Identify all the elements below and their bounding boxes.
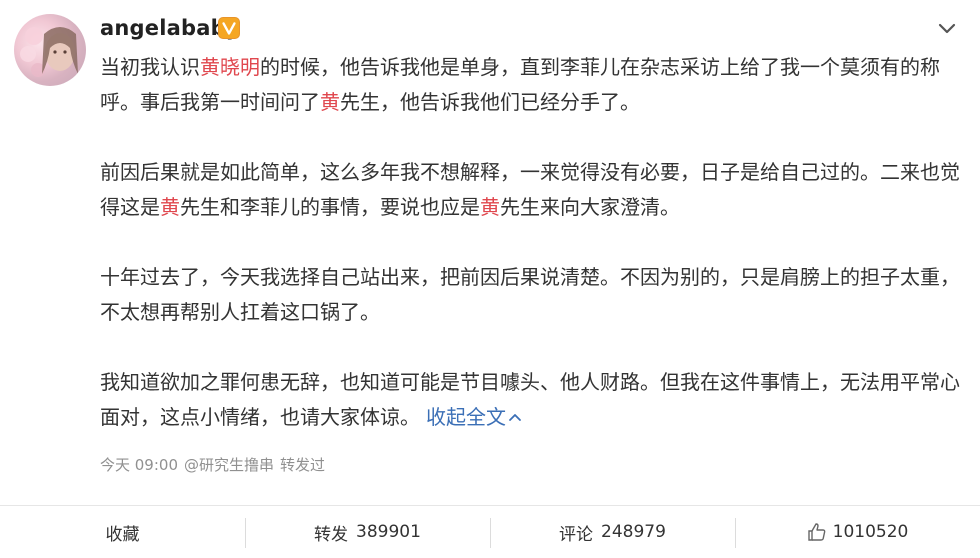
name-highlight[interactable]: 黄晓明	[200, 55, 260, 79]
post-text: 我知道欲加之罪何患无辞，也知道可能是节目噱头、他人财路。但我在这件事情上，无法用…	[100, 370, 960, 429]
collapse-label: 收起全文	[426, 405, 506, 429]
comment-button[interactable]: 评论 248979	[490, 506, 735, 558]
name-highlight[interactable]: 黄	[320, 90, 340, 114]
repost-count: 389901	[356, 522, 421, 542]
post-paragraph: 前因后果就是如此简单，这么多年我不想解释，一来觉得没有必要，日子是给自己过的。二…	[100, 155, 960, 225]
favorite-button[interactable]: 收藏	[0, 506, 245, 558]
chevron-up-icon	[509, 414, 521, 421]
post-text: 先生，他告诉我他们已经分手了。	[340, 90, 640, 114]
action-bar: 收藏 转发 389901 评论 248979 1010520	[0, 506, 980, 558]
comment-count: 248979	[601, 522, 666, 542]
post-paragraph: 当初我认识黄晓明的时候，他告诉我他是单身，直到李菲儿在杂志采访上给了我一个莫须有…	[100, 50, 960, 120]
post-paragraph: 十年过去了，今天我选择自己站出来，把前因后果说清楚。不因为别的，只是肩膀上的担子…	[100, 260, 960, 330]
via-suffix: 转发过	[280, 456, 326, 474]
post-text: 十年过去了，今天我选择自己站出来，把前因后果说清楚。不因为别的，只是肩膀上的担子…	[100, 265, 960, 324]
collapse-full-text-link[interactable]: 收起全文	[426, 405, 522, 429]
post-text: 先生来向大家澄清。	[500, 195, 680, 219]
thumbs-up-icon	[807, 523, 826, 541]
post-paragraph: 我知道欲加之罪何患无辞，也知道可能是节目噱头、他人财路。但我在这件事情上，无法用…	[100, 365, 960, 435]
post-body: 当初我认识黄晓明的时候，他告诉我他是单身，直到李菲儿在杂志采访上给了我一个莫须有…	[100, 50, 960, 435]
comment-label: 评论	[559, 524, 594, 545]
post-time: 今天 09:00	[100, 456, 178, 474]
verified-v-icon	[218, 17, 240, 39]
name-highlight[interactable]: 黄	[160, 195, 180, 219]
avatar[interactable]	[14, 14, 86, 86]
repost-label: 转发	[314, 524, 349, 545]
like-count: 1010520	[832, 522, 909, 542]
repost-button[interactable]: 转发 389901	[245, 506, 490, 558]
like-button[interactable]: 1010520	[735, 506, 980, 558]
post-text: 先生和李菲儿的事情，要说也应是	[180, 195, 480, 219]
via-user-link[interactable]: @研究生撸串	[184, 456, 274, 474]
favorite-label: 收藏	[105, 524, 140, 545]
name-highlight[interactable]: 黄	[480, 195, 500, 219]
chevron-down-icon[interactable]	[936, 20, 958, 38]
post-text: 当初我认识	[100, 55, 200, 79]
post-meta: 今天 09:00 @研究生撸串 转发过	[100, 454, 331, 475]
